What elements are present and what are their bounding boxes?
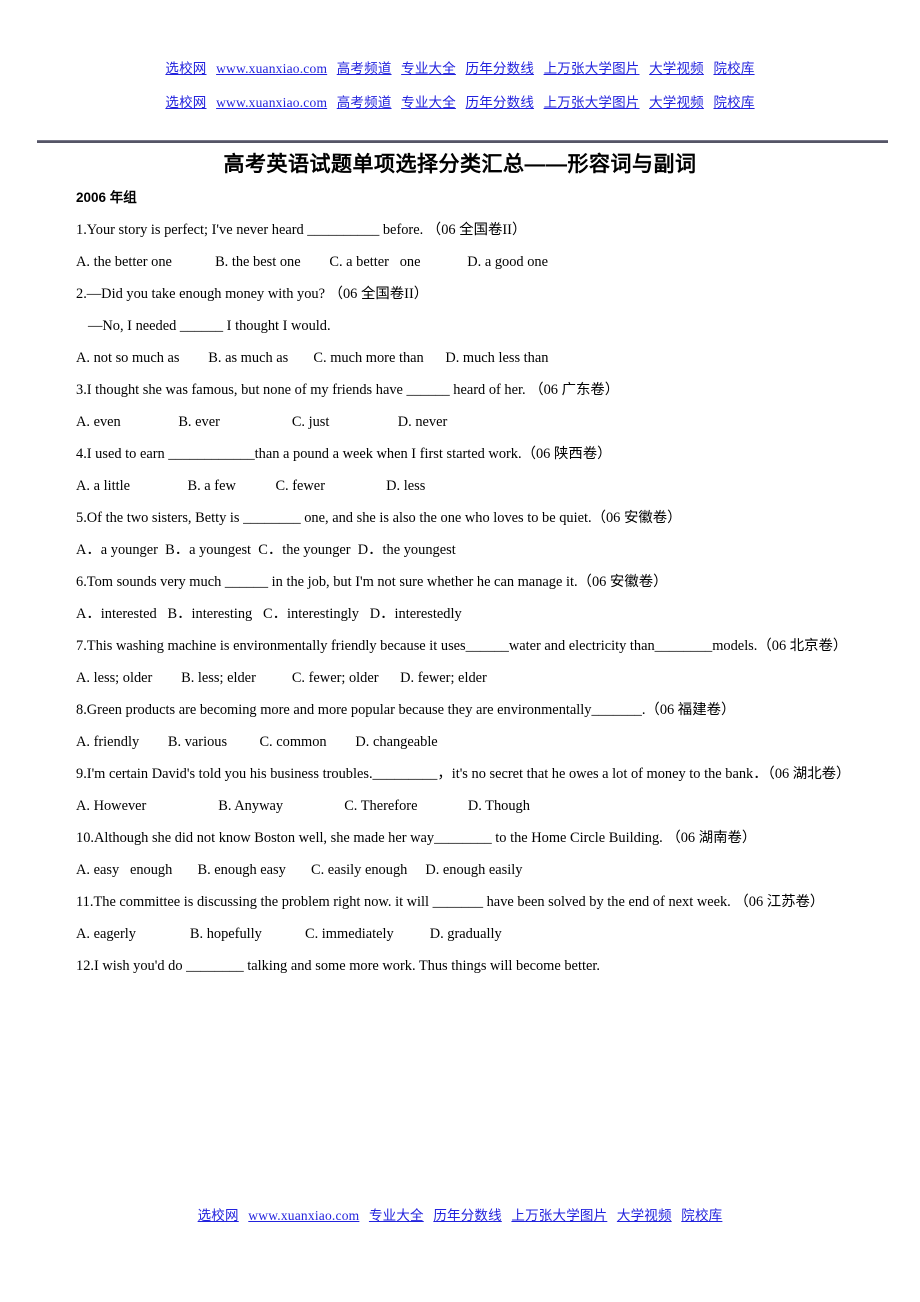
header-link-university-photos-1[interactable]: 上万张大学图片 bbox=[544, 61, 640, 76]
section-heading-2006: 2006 年组 bbox=[76, 190, 137, 205]
document-body: 2006 年组 1.Your story is perfect; I've ne… bbox=[38, 188, 890, 988]
header-link-university-videos-2[interactable]: 大学视频 bbox=[649, 95, 704, 110]
header-link-score-lines-2[interactable]: 历年分数线 bbox=[466, 95, 535, 110]
header-link-gaokao-channel-1[interactable]: 高考频道 bbox=[337, 61, 392, 76]
footer-link-majors[interactable]: 专业大全 bbox=[369, 1208, 424, 1223]
question-options-11: A. eagerly B. hopefully C. immediately D… bbox=[76, 926, 502, 942]
document-page: 选校网 www.xuanxiao.com 高考频道 专业大全 历年分数线 上万张… bbox=[0, 0, 920, 1302]
question-stem-8: 8.Green products are becoming more and m… bbox=[76, 702, 736, 718]
question-options-6: A．interested B．interesting C．interesting… bbox=[76, 606, 462, 622]
header-link-school-library-1[interactable]: 院校库 bbox=[713, 61, 754, 76]
question-stem-3: 3.I thought she was famous, but none of … bbox=[76, 382, 620, 398]
question-options-10: A. easy enough B. enough easy C. easily … bbox=[76, 862, 523, 878]
question-stem-6: 6.Tom sounds very much ______ in the job… bbox=[76, 574, 668, 590]
question-options-2: A. not so much as B. as much as C. much … bbox=[76, 350, 549, 366]
header-link-majors-1[interactable]: 专业大全 bbox=[401, 61, 456, 76]
header-link-xuanxiaowang-2[interactable]: 选校网 bbox=[165, 95, 206, 110]
page-title: 高考英语试题单项选择分类汇总——形容词与副词 bbox=[223, 153, 697, 176]
header-divider bbox=[37, 140, 888, 143]
footer-banner: 选校网 www.xuanxiao.com 专业大全 历年分数线 上万张大学图片 … bbox=[0, 1206, 920, 1226]
question-options-7: A. less; older B. less; elder C. fewer; … bbox=[76, 670, 487, 686]
question-stem-10: 10.Although she did not know Boston well… bbox=[76, 830, 757, 846]
question-options-4: A. a little B. a few C. fewer D. less bbox=[76, 478, 426, 494]
footer-link-university-videos[interactable]: 大学视频 bbox=[617, 1208, 672, 1223]
question-options-9: A. However B. Anyway C. Therefore D. Tho… bbox=[76, 798, 530, 814]
question-stem-9: 9.I'm certain David's told you his busin… bbox=[76, 766, 851, 782]
footer-banner-row: 选校网 www.xuanxiao.com 专业大全 历年分数线 上万张大学图片 … bbox=[0, 1206, 920, 1226]
footer-link-score-lines[interactable]: 历年分数线 bbox=[433, 1208, 502, 1223]
question-options-3: A. even B. ever C. just D. never bbox=[76, 414, 448, 430]
footer-link-website[interactable]: www.xuanxiao.com bbox=[248, 1208, 359, 1223]
header-link-website-1[interactable]: www.xuanxiao.com bbox=[216, 61, 327, 76]
header-link-majors-2[interactable]: 专业大全 bbox=[401, 95, 456, 110]
question-stem-12: 12.I wish you'd do ________ talking and … bbox=[76, 958, 600, 974]
footer-link-xuanxiaowang[interactable]: 选校网 bbox=[198, 1208, 239, 1223]
header-link-school-library-2[interactable]: 院校库 bbox=[713, 95, 754, 110]
question-options-8: A. friendly B. various C. common D. chan… bbox=[76, 734, 438, 750]
question-stem-2: 2.—Did you take enough money with you? （… bbox=[76, 286, 429, 302]
question-stem-4: 4.I used to earn ____________than a poun… bbox=[76, 446, 612, 462]
question-continuation-2: —No, I needed ______ I thought I would. bbox=[88, 318, 331, 334]
header-banner: 选校网 www.xuanxiao.com 高考频道 专业大全 历年分数线 上万张… bbox=[0, 58, 920, 143]
question-stem-7: 7.This washing machine is environmentall… bbox=[76, 638, 848, 654]
header-link-university-videos-1[interactable]: 大学视频 bbox=[649, 61, 704, 76]
header-link-website-2[interactable]: www.xuanxiao.com bbox=[216, 95, 327, 110]
header-link-university-photos-2[interactable]: 上万张大学图片 bbox=[544, 95, 640, 110]
question-options-1: A. the better one B. the best one C. a b… bbox=[76, 254, 548, 270]
question-stem-5: 5.Of the two sisters, Betty is ________ … bbox=[76, 510, 682, 526]
footer-link-school-library[interactable]: 院校库 bbox=[681, 1208, 722, 1223]
header-link-score-lines-1[interactable]: 历年分数线 bbox=[466, 61, 535, 76]
header-link-gaokao-channel-2[interactable]: 高考频道 bbox=[337, 95, 392, 110]
header-banner-row-1: 选校网 www.xuanxiao.com 高考频道 专业大全 历年分数线 上万张… bbox=[0, 58, 920, 80]
header-link-xuanxiaowang-1[interactable]: 选校网 bbox=[165, 61, 206, 76]
header-banner-row-2: 选校网 www.xuanxiao.com 高考频道 专业大全 历年分数线 上万张… bbox=[0, 92, 920, 114]
footer-link-university-photos[interactable]: 上万张大学图片 bbox=[511, 1208, 607, 1223]
question-stem-1: 1.Your story is perfect; I've never hear… bbox=[76, 222, 527, 238]
question-stem-11: 11.The committee is discussing the probl… bbox=[76, 894, 825, 910]
question-options-5: A．a younger B．a youngest C．the younger D… bbox=[76, 542, 456, 558]
